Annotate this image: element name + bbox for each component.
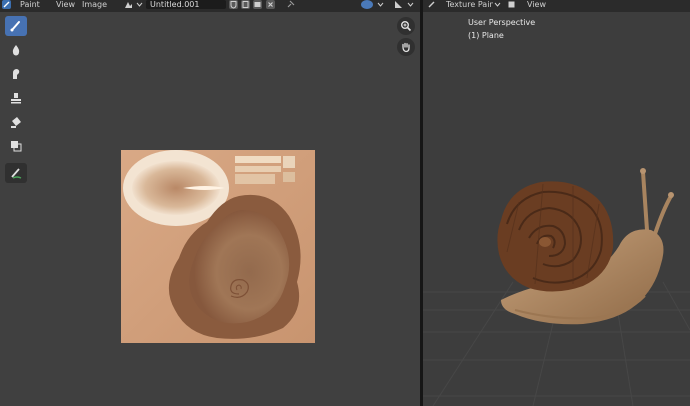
annotate-tool-button[interactable] <box>5 163 27 183</box>
image-name-field[interactable]: Untitled.001 <box>146 0 226 9</box>
annotate-icon <box>11 168 22 179</box>
zoom-icon <box>401 21 412 32</box>
pan-button[interactable] <box>397 38 415 56</box>
menu-view[interactable]: View <box>56 0 75 9</box>
mode-dropdown[interactable]: Paint <box>20 0 40 9</box>
new-image-icon[interactable] <box>241 0 250 9</box>
display-channels-icon[interactable] <box>394 0 403 9</box>
editor-type-icon[interactable] <box>427 0 436 9</box>
3d-viewport-area[interactable]: Texture Paint View User Perspective (1) … <box>423 0 690 406</box>
brush-icon <box>10 21 20 32</box>
smear-tool-button[interactable] <box>5 64 27 84</box>
mode-dropdown[interactable]: Texture Paint <box>446 0 498 9</box>
hand-icon <box>402 42 410 53</box>
texture-canvas[interactable] <box>121 150 315 343</box>
drop-icon <box>12 45 20 56</box>
open-image-icon[interactable] <box>253 0 262 9</box>
chevron-down-icon[interactable] <box>376 0 385 9</box>
paint-mode-icon[interactable] <box>2 0 11 9</box>
viewport-header: Texture Paint View <box>423 0 690 12</box>
close-icon[interactable] <box>266 0 275 9</box>
menu-view[interactable]: View <box>527 0 546 9</box>
pin-icon[interactable] <box>286 0 295 9</box>
brush-tool-button[interactable] <box>5 16 27 36</box>
overlay-toggle-icon[interactable] <box>361 0 373 9</box>
viewport-object-label: (1) Plane <box>468 31 504 40</box>
image-browse-icon[interactable] <box>124 0 133 9</box>
chevron-down-icon[interactable] <box>493 0 502 9</box>
mask-icon <box>11 141 22 152</box>
stamp-icon <box>11 93 21 104</box>
menu-image[interactable]: Image <box>82 0 107 9</box>
clone-tool-button[interactable] <box>5 88 27 108</box>
texture-image <box>121 150 315 343</box>
chevron-down-icon[interactable] <box>406 0 415 9</box>
image-editor-header: Paint View Image Untitled.001 <box>0 0 420 12</box>
smear-icon <box>13 69 20 79</box>
fake-user-icon[interactable] <box>229 0 238 9</box>
soften-tool-button[interactable] <box>5 40 27 60</box>
zoom-button[interactable] <box>397 17 415 35</box>
bucket-icon <box>11 117 21 128</box>
viewport-perspective-label: User Perspective <box>468 18 536 27</box>
snail-model[interactable] <box>423 160 690 330</box>
fill-tool-button[interactable] <box>5 112 27 132</box>
image-editor-area: Paint View Image Untitled.001 <box>0 0 420 406</box>
pie-menu-icon[interactable] <box>507 0 516 9</box>
mask-tool-button[interactable] <box>5 136 27 156</box>
chevron-down-icon[interactable] <box>135 0 144 9</box>
